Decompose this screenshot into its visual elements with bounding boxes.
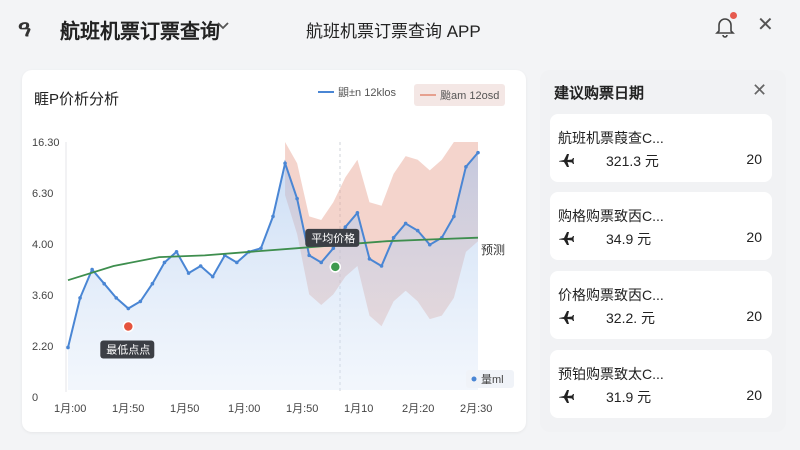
x-tick-label: 1月:00 [228, 403, 260, 415]
data-point [126, 306, 131, 311]
data-point [271, 214, 275, 219]
x-tick-label: 2月:30 [460, 403, 492, 415]
y-tick-label: 2.20 [32, 341, 53, 353]
corner-badge-dot [471, 376, 477, 382]
data-point [198, 264, 203, 268]
recommend-name: 购格购票致㐁C... [558, 208, 664, 224]
corner-label: 量ml [481, 373, 504, 386]
data-point [235, 260, 239, 265]
recommend-panel: 建议购票日期 ✕ 航班机票葭查C... 321.3 元 20 购格购票致㐁C..… [540, 70, 786, 432]
data-point [162, 260, 167, 265]
data-point [307, 253, 311, 258]
avg-label: 平均价格 [311, 231, 355, 245]
y-tick-label: 16.30 [32, 137, 60, 149]
recommend-card[interactable]: 预铂购票致太C... 31.9 元 20 [550, 350, 772, 418]
data-point [476, 150, 480, 155]
app-header: ዓ 航班机票订票查询 航班机票订票查询 APP ✕ [0, 0, 800, 58]
data-point [186, 271, 191, 275]
data-point [210, 274, 215, 279]
data-point [379, 264, 384, 268]
avg-price-marker[interactable] [329, 261, 342, 273]
y-tick-label: 3.60 [32, 290, 53, 302]
data-point [114, 296, 119, 300]
recommend-price: 321.3 元 [606, 153, 659, 169]
x-tick-label: 1月50 [170, 403, 199, 415]
data-point [259, 246, 263, 251]
recommend-count: 20 [746, 229, 762, 245]
close-icon[interactable]: ✕ [757, 12, 774, 37]
x-tick-label: 1月:50 [112, 403, 144, 415]
data-point [343, 225, 348, 229]
x-tick-label: 1月:50 [286, 403, 318, 415]
x-axis: 1月:00 1月:50 1月50 1月:00 1月:50 1月10 2月:20 2月:30 [54, 403, 492, 415]
data-point [319, 260, 324, 265]
close-icon[interactable]: ✕ [752, 80, 767, 101]
data-point [367, 257, 372, 261]
chevron-down-icon[interactable] [216, 18, 230, 36]
data-point [355, 211, 360, 215]
recommend-name: 价格购票致㐁C... [558, 287, 664, 303]
plane-icon [559, 311, 574, 324]
plane-icon [559, 232, 574, 245]
forecast-label: 预测 [481, 243, 505, 257]
data-point [90, 267, 94, 272]
data-point [283, 161, 287, 166]
recommend-count: 20 [746, 387, 762, 403]
recommend-price: 31.9 元 [606, 389, 652, 405]
x-tick-label: 1月:00 [54, 403, 86, 415]
recommend-count: 20 [746, 308, 762, 324]
min-price-marker[interactable] [122, 320, 135, 333]
data-point [295, 196, 299, 201]
min-label: 最低点点 [106, 344, 150, 357]
page-title: 航班机票订票查询 APP [306, 22, 481, 41]
price-analysis-card: 睚P价析分析 鼰±n 12klos 颱am 12osd 16.30 6.30 4.0… [22, 70, 526, 432]
data-point [66, 345, 70, 350]
data-point [427, 242, 432, 247]
x-tick-label: 2月:20 [402, 403, 434, 415]
data-point [452, 214, 456, 219]
plane-icon [559, 154, 574, 167]
plane-icon [559, 390, 574, 403]
data-point [331, 246, 336, 251]
recommend-price: 34.9 元 [606, 231, 652, 247]
recommend-card[interactable]: 航班机票葭查C... 321.3 元 20 [550, 114, 772, 182]
data-point [174, 250, 179, 254]
x-tick-label: 1月10 [344, 403, 373, 415]
recommend-name: 预铂购票致太C... [558, 366, 664, 382]
price-chart: 16.306.304.003.602.200 1月:00 1月:50 1月50 1月:… [32, 137, 514, 415]
recommend-card[interactable]: 价格购票致㐁C... 32.2. 元 20 [550, 271, 772, 339]
y-tick-label: 4.00 [32, 239, 53, 251]
data-point [138, 299, 143, 304]
data-point [150, 281, 155, 286]
recommend-price: 32.2. 元 [606, 310, 656, 326]
notification-badge [730, 12, 737, 19]
data-point [403, 221, 408, 226]
y-tick-label: 0 [32, 392, 38, 404]
panel-title: 建议购票日期 [554, 85, 645, 102]
recommend-card[interactable]: 购格购票致㐁C... 34.9 元 20 [550, 192, 772, 260]
data-point [391, 235, 396, 240]
recommend-count: 20 [746, 151, 762, 167]
data-point [102, 281, 106, 286]
data-point [415, 228, 420, 233]
app-title: 航班机票订票查询 [60, 21, 220, 43]
recommend-name: 航班机票葭查C... [558, 130, 664, 146]
y-axis: 16.30 6.30 4.00 3.60 2.20 0 [32, 137, 60, 404]
app-logo-icon: ዓ [18, 16, 31, 41]
y-tick-label: 6.30 [32, 188, 53, 200]
data-point [78, 296, 82, 300]
data-point [464, 165, 468, 169]
